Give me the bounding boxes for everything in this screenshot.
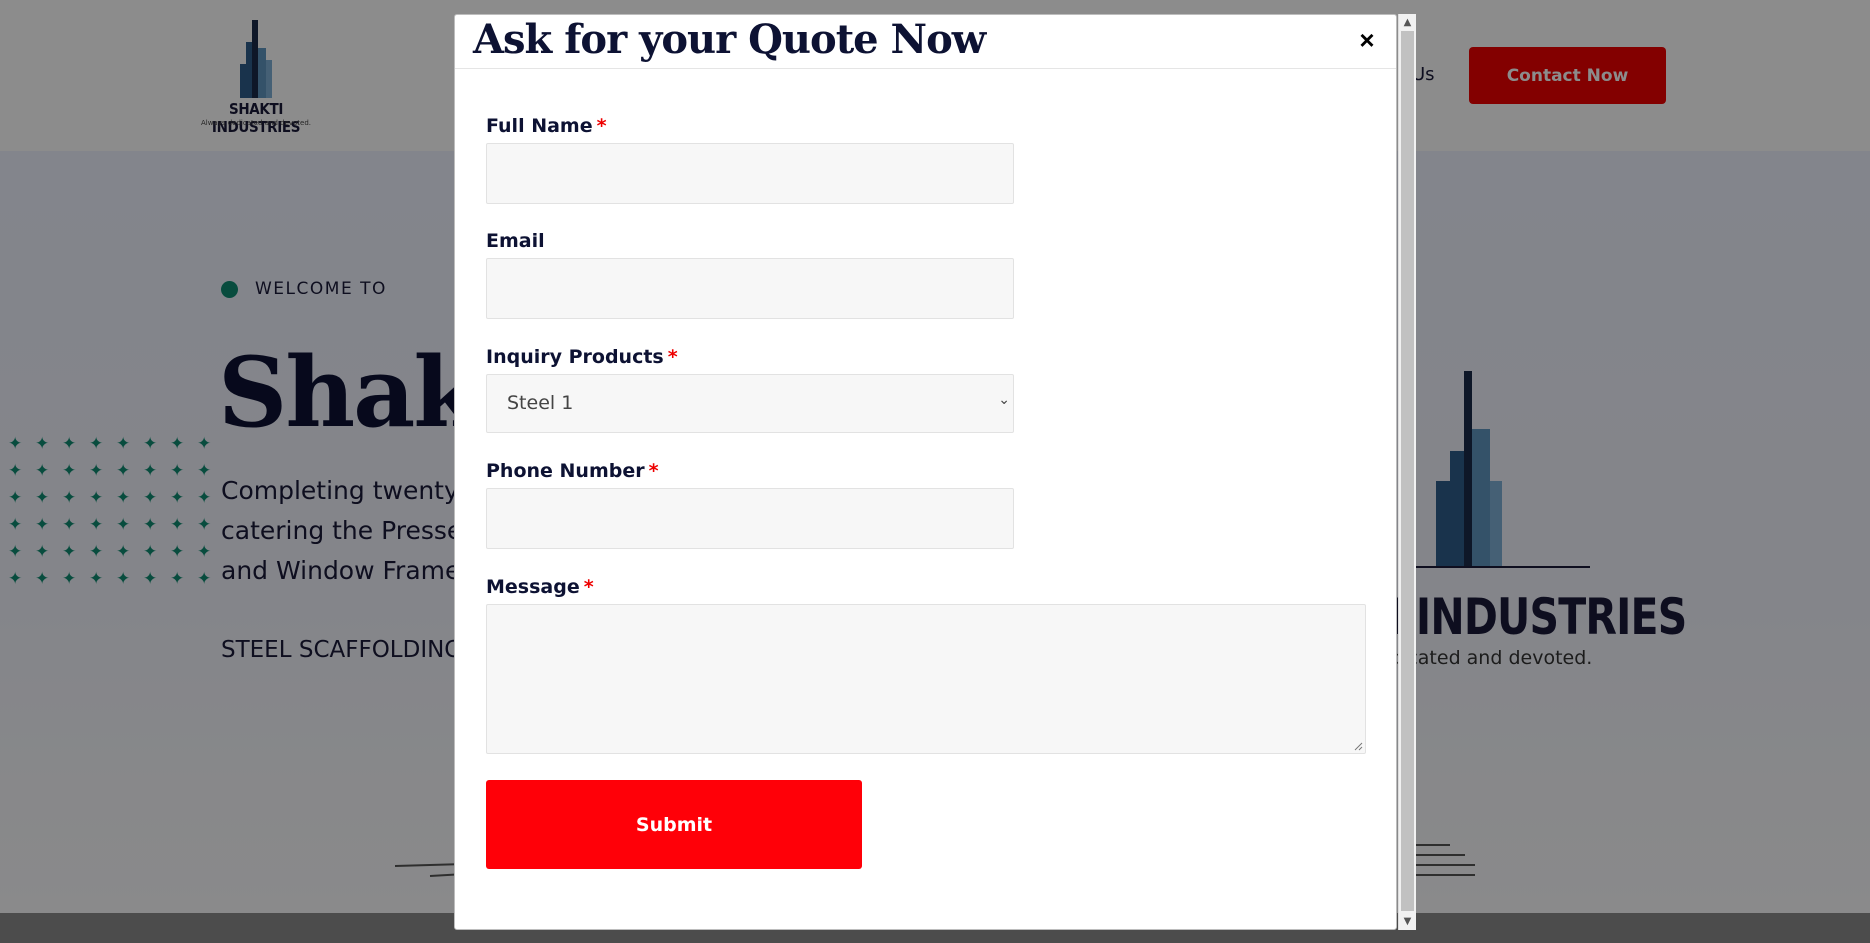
full-name-label: Full Name * (486, 115, 607, 137)
message-textarea[interactable] (486, 604, 1366, 754)
quote-modal: Ask for your Quote Now × Full Name * Emai… (454, 14, 1397, 930)
phone-number-input[interactable] (486, 488, 1014, 549)
modal-header: Ask for your Quote Now × (455, 15, 1396, 69)
email-label-text: Email (486, 230, 545, 252)
email-label: Email (486, 230, 545, 252)
resize-grip-icon[interactable] (1353, 741, 1363, 751)
required-marker: * (583, 576, 594, 598)
submit-button[interactable]: Submit (486, 780, 862, 869)
scrollbar-thumb[interactable] (1401, 31, 1414, 911)
inquiry-products-select[interactable]: Steel 1 ⌄ (486, 374, 1014, 433)
email-input[interactable] (486, 258, 1014, 319)
message-label: Message * (486, 576, 594, 598)
message-label-text: Message (486, 576, 580, 598)
full-name-input[interactable] (486, 143, 1014, 204)
inquiry-products-label: Inquiry Products * (486, 346, 678, 368)
required-marker: * (596, 115, 607, 137)
close-icon[interactable]: × (1353, 25, 1381, 55)
required-marker: * (648, 460, 659, 482)
scroll-down-arrow-icon[interactable]: ▼ (1399, 913, 1416, 930)
inquiry-products-selected-value: Steel 1 (507, 392, 574, 414)
required-marker: * (667, 346, 678, 368)
phone-number-label-text: Phone Number (486, 460, 645, 482)
modal-title: Ask for your Quote Now (473, 16, 986, 63)
full-name-label-text: Full Name (486, 115, 593, 137)
phone-number-label: Phone Number * (486, 460, 659, 482)
inquiry-products-label-text: Inquiry Products (486, 346, 664, 368)
chevron-down-icon: ⌄ (998, 392, 1010, 408)
modal-scrollbar[interactable]: ▲ ▼ (1398, 14, 1416, 930)
scroll-up-arrow-icon[interactable]: ▲ (1399, 14, 1416, 31)
